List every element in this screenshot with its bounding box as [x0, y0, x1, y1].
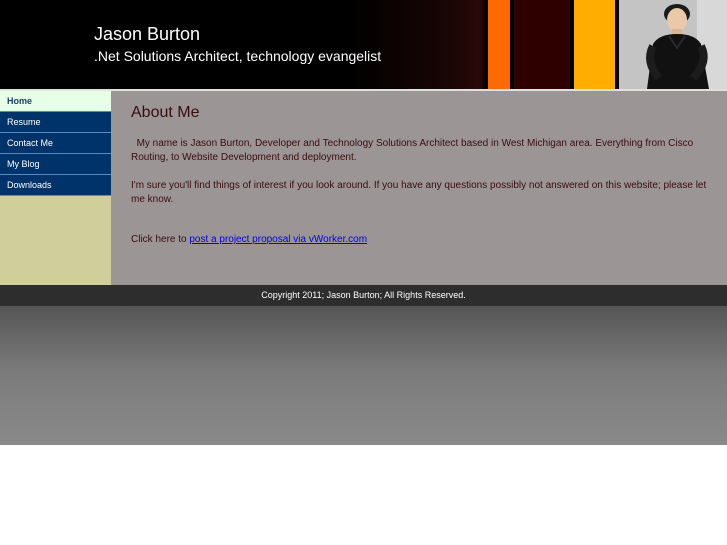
nav-item-downloads[interactable]: Downloads: [0, 175, 111, 196]
nav-item-home[interactable]: Home: [0, 91, 111, 112]
header-stripe-maroon: [514, 0, 570, 89]
footer-gradient-band: [0, 306, 727, 445]
site-subtitle: .Net Solutions Architect, technology eva…: [94, 48, 382, 64]
page-title: About Me: [131, 104, 200, 121]
cta-prefix: Click here to: [131, 234, 190, 245]
nav-item-resume[interactable]: Resume: [0, 112, 111, 133]
intro-text: My name is Jason Burton, Developer and T…: [131, 138, 694, 163]
project-proposal-link[interactable]: post a project proposal via vWorker.com: [189, 234, 367, 245]
questions-paragraph: I'm sure you'll find things of interest …: [131, 180, 707, 205]
site-footer: Copyright 2011; Jason Burton; All Rights…: [0, 285, 727, 306]
site-header: Jason Burton .Net Solutions Architect, t…: [0, 0, 727, 89]
page: Jason Burton .Net Solutions Architect, t…: [0, 0, 727, 545]
header-stripe-orange: [488, 0, 510, 89]
header-stripe-amber: [574, 0, 615, 89]
intro-paragraph: My name is Jason Burton, Developer and T…: [131, 137, 711, 165]
cta-paragraph: Click here to post a project proposal vi…: [131, 233, 711, 247]
nav-item-my-blog[interactable]: My Blog: [0, 154, 111, 175]
person-photo-icon: [619, 0, 727, 89]
site-title: Jason Burton: [94, 24, 201, 44]
nav-item-contact-me[interactable]: Contact Me: [0, 133, 111, 154]
sidebar-nav: Home Resume Contact Me My Blog Downloads: [0, 91, 111, 285]
main-content: About Me My name is Jason Burton, Develo…: [111, 91, 727, 285]
